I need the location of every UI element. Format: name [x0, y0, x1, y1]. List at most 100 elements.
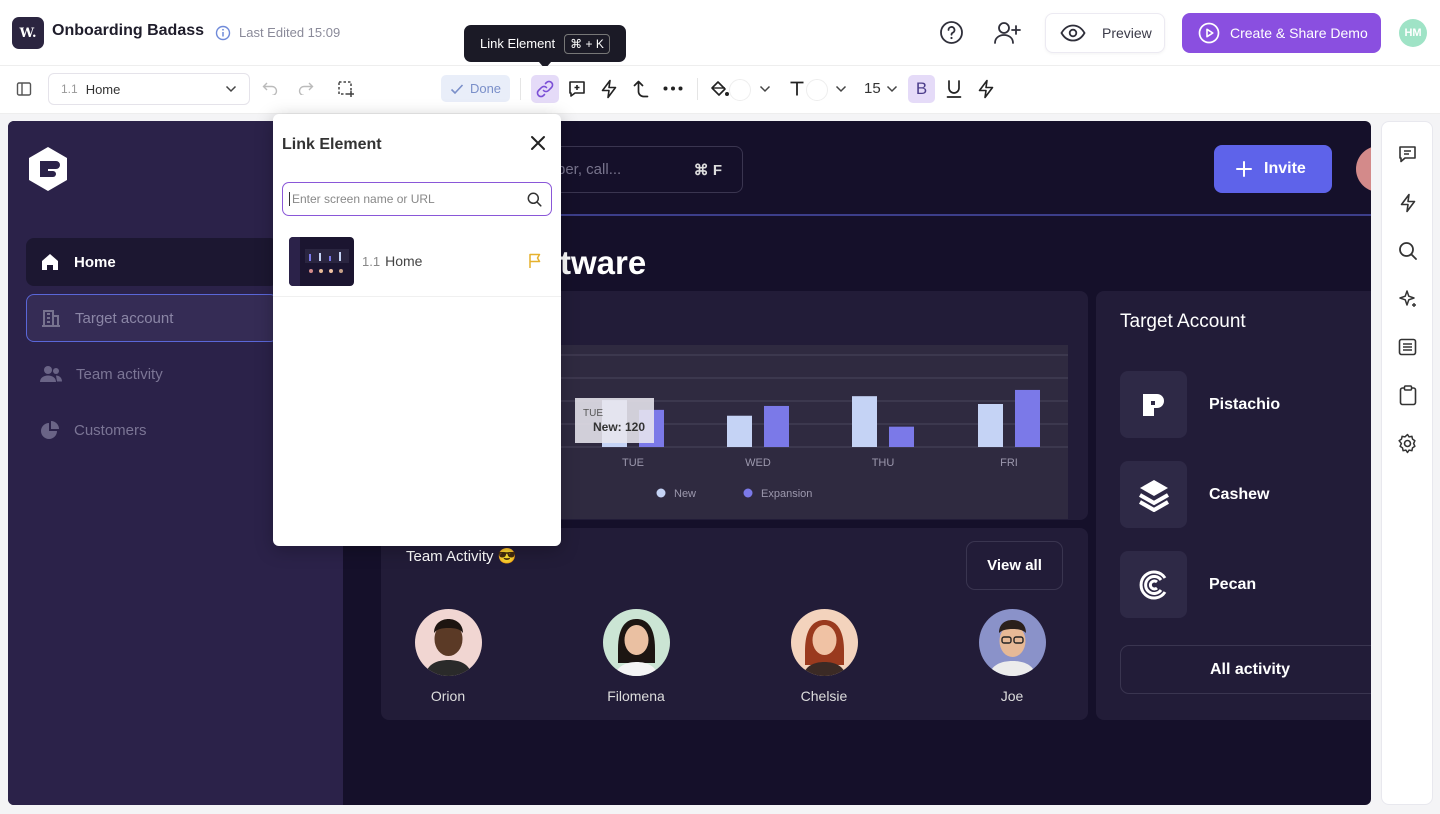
- preview-label: Preview: [1102, 25, 1152, 41]
- done-button[interactable]: Done: [441, 75, 510, 102]
- text-color-icon[interactable]: [789, 80, 805, 97]
- user-avatar[interactable]: HM: [1399, 19, 1427, 47]
- bar: [889, 426, 914, 447]
- search-text: ber, call...: [557, 161, 622, 178]
- brand-logo-icon: [26, 145, 70, 193]
- home-icon: [40, 252, 60, 272]
- play-circle-icon: [1198, 22, 1220, 44]
- link-element-button[interactable]: [531, 75, 559, 103]
- pie-chart-icon: [40, 420, 60, 440]
- member-name: Filomena: [607, 688, 665, 704]
- flag-icon[interactable]: [528, 253, 542, 269]
- font-size-value[interactable]: 15: [864, 80, 881, 97]
- screen-list-item[interactable]: 1.1 Home: [273, 226, 561, 297]
- account-row-pistachio[interactable]: Pistachio: [1120, 371, 1360, 438]
- all-activity-button[interactable]: All activity: [1120, 645, 1371, 694]
- link-icon: [535, 79, 555, 99]
- app-logo[interactable]: W.: [12, 17, 44, 49]
- demo-title[interactable]: Onboarding Badass: [52, 22, 204, 40]
- profile-avatar[interactable]: [1356, 146, 1371, 192]
- clipboard-icon[interactable]: [1399, 385, 1417, 406]
- team-member[interactable]: Joe: [952, 609, 1072, 704]
- gear-icon[interactable]: [1397, 433, 1418, 454]
- account-name: Pecan: [1209, 575, 1257, 593]
- invite-button[interactable]: Invite: [1214, 145, 1332, 193]
- view-all-button[interactable]: View all: [966, 541, 1063, 590]
- sidebar-toggle-icon[interactable]: [16, 81, 32, 97]
- team-member[interactable]: Orion: [388, 609, 508, 704]
- fill-color-icon[interactable]: [710, 80, 730, 98]
- redo-icon[interactable]: [298, 81, 314, 95]
- screen-number: 1.1: [61, 82, 78, 96]
- comment-icon[interactable]: [1398, 145, 1417, 164]
- help-icon[interactable]: [939, 20, 964, 45]
- target-account-title: Target Account: [1120, 311, 1246, 332]
- legend-marker: [743, 488, 753, 498]
- chevron-down-icon[interactable]: [835, 85, 847, 93]
- search-icon[interactable]: [1398, 241, 1418, 261]
- team-member[interactable]: Chelsie: [764, 609, 884, 704]
- last-edited-text: Last Edited 15:09: [239, 25, 341, 40]
- tooltip-label: Link Element: [480, 36, 556, 51]
- check-icon: [450, 83, 464, 95]
- link-search-field[interactable]: [282, 182, 552, 216]
- preview-button[interactable]: Preview: [1045, 13, 1165, 53]
- eye-icon: [1060, 24, 1086, 42]
- add-user-icon[interactable]: [993, 20, 1021, 45]
- create-share-demo-button[interactable]: Create & Share Demo: [1182, 13, 1381, 53]
- legend-label: Expansion: [761, 488, 812, 500]
- tooltip-shortcut: ⌘ + K: [564, 33, 610, 54]
- cashew-logo-icon: [1120, 461, 1187, 528]
- link-search-input[interactable]: [289, 192, 519, 206]
- right-tool-panel: [1381, 121, 1433, 805]
- plus-icon: [1236, 161, 1252, 177]
- underline-icon[interactable]: [945, 79, 963, 99]
- users-icon: [40, 365, 62, 383]
- fill-color-swatch[interactable]: [729, 79, 751, 101]
- add-hotspot-icon[interactable]: [567, 79, 587, 99]
- undo-icon[interactable]: [262, 81, 278, 95]
- nav-item-target-account[interactable]: Target account: [26, 294, 278, 342]
- chevron-down-icon[interactable]: [759, 85, 771, 93]
- create-share-label: Create & Share Demo: [1230, 25, 1368, 41]
- avatar: [602, 609, 670, 676]
- screen-number: 1.1: [362, 254, 381, 269]
- member-name: Joe: [1000, 688, 1024, 704]
- avatar: [790, 609, 858, 676]
- lightning-icon[interactable]: [1399, 193, 1417, 213]
- screen-thumbnail: [289, 236, 354, 286]
- account-row-pecan[interactable]: Pecan: [1120, 551, 1360, 618]
- link-element-popover: Link Element 1.1 Home: [273, 114, 561, 546]
- account-row-cashew[interactable]: Cashew: [1120, 461, 1360, 528]
- close-icon[interactable]: [530, 135, 546, 151]
- lightning-icon[interactable]: [600, 79, 618, 99]
- account-name: Pistachio: [1209, 395, 1281, 413]
- link-element-tooltip: Link Element ⌘ + K: [464, 25, 626, 62]
- bar: [764, 405, 789, 447]
- nav-item-customers[interactable]: Customers: [26, 406, 278, 454]
- avatar: [414, 609, 482, 676]
- bold-button[interactable]: B: [908, 75, 935, 103]
- x-tick-label: FRI: [1000, 457, 1018, 469]
- nav-item-home[interactable]: Home: [26, 238, 278, 286]
- more-options-icon[interactable]: [663, 86, 683, 91]
- document-list-icon[interactable]: [1398, 338, 1417, 356]
- lightning-icon[interactable]: [977, 79, 995, 99]
- team-activity-title: Team Activity 😎: [406, 548, 517, 565]
- select-area-icon[interactable]: [337, 80, 355, 98]
- team-member[interactable]: Filomena: [576, 609, 696, 704]
- screen-label: 1.1 Home: [362, 253, 422, 269]
- info-icon[interactable]: [215, 25, 231, 41]
- nav-item-team-activity[interactable]: Team activity: [26, 350, 278, 398]
- header-divider: [528, 214, 1371, 216]
- back-arrow-icon[interactable]: [632, 79, 650, 99]
- nav-label: Team activity: [76, 365, 163, 383]
- text-color-swatch[interactable]: [806, 79, 828, 101]
- member-name: Orion: [430, 688, 466, 704]
- chart-tooltip-category: TUE: [583, 408, 603, 419]
- chevron-down-icon[interactable]: [886, 85, 898, 93]
- sparkle-icon[interactable]: [1398, 289, 1418, 309]
- search-icon[interactable]: [527, 192, 542, 207]
- screen-select[interactable]: 1.1 Home: [48, 73, 250, 105]
- x-tick-label: WED: [745, 457, 771, 469]
